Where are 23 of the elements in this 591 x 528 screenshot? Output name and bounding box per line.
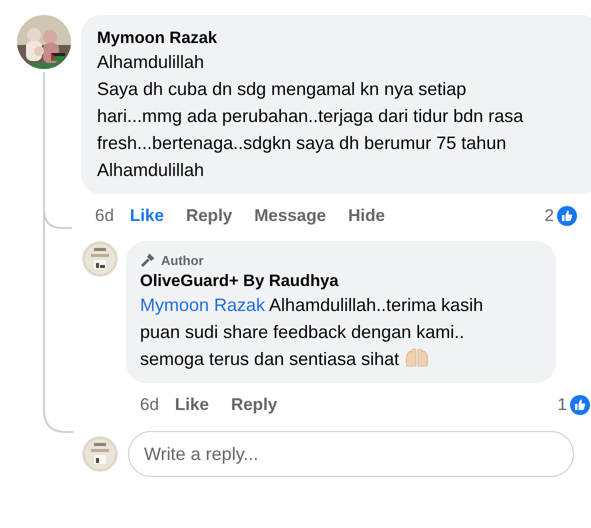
reaction-count: 2 (544, 206, 554, 226)
reply-time: 6d (140, 395, 159, 415)
action-link[interactable]: Like (130, 206, 164, 226)
microphone-icon (140, 252, 156, 268)
reply-input-field[interactable]: Write a reply... (128, 431, 574, 477)
commenter-name[interactable]: Mymoon Razak (97, 27, 585, 49)
action-link[interactable]: Reply (230, 395, 278, 415)
action-link[interactable]: Hide (348, 206, 385, 226)
comment-time: 6d (95, 206, 114, 226)
like-reaction-icon (557, 206, 577, 226)
reply-text: Mymoon Razak Alhamdulillah..terima kasih puan sudi share feedback dengan kami.. semoga terus dan sentiasa sihat (140, 294, 484, 371)
like-reaction-icon (570, 395, 590, 415)
reaction-count: 1 (558, 395, 567, 415)
action-link[interactable]: Reply (186, 206, 232, 226)
comment-text: Alhamdulillah (97, 51, 206, 74)
action-link[interactable]: Like (174, 395, 209, 415)
author-label: Author (161, 252, 204, 268)
comment-text: Saya dh cuba dn sdg mengamal kn nya setiap hari...mmg ada perubahan..terjaga dari tidur bdn rasa fresh...bertenaga..sdgkn saya dh berumur 75 tahun (97, 78, 524, 155)
hands-icon (404, 348, 430, 368)
comment-text: Alhamdulillah (97, 159, 206, 182)
replier-name[interactable]: OliveGuard+ By Raudhya (140, 270, 542, 292)
mention-link[interactable]: Mymoon Razak (140, 295, 266, 315)
action-link[interactable]: Message (254, 206, 326, 226)
